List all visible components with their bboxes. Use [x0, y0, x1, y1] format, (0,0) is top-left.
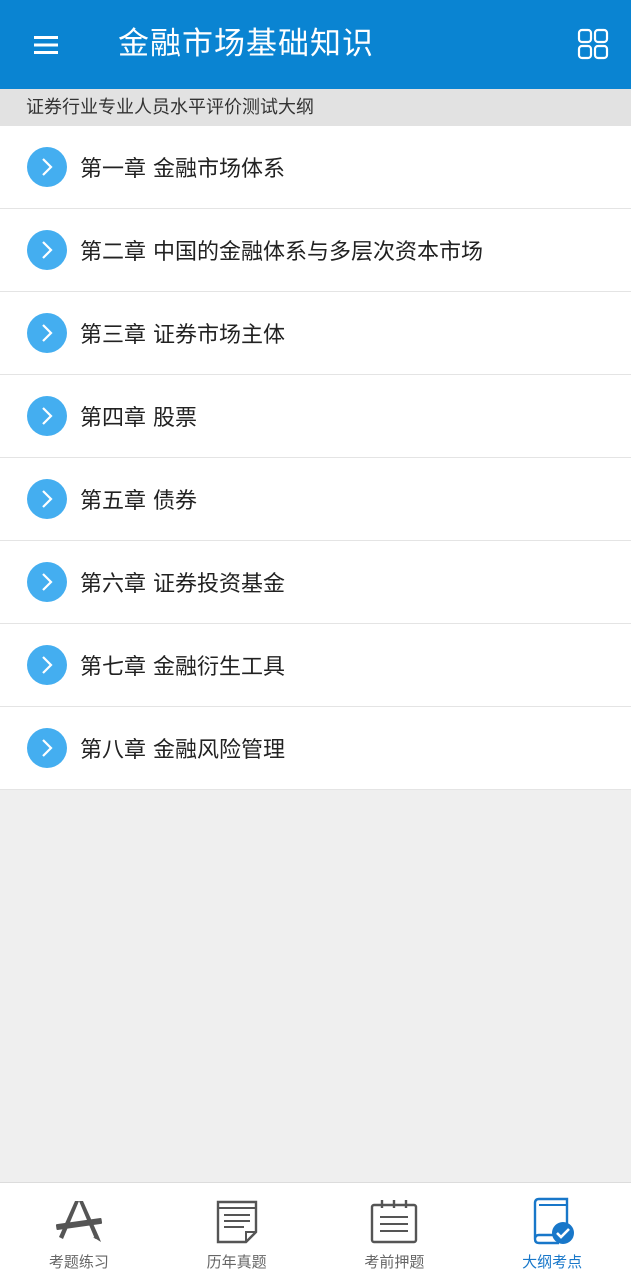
grid-menu-button[interactable]: [573, 24, 613, 64]
notepad-icon: [371, 1200, 418, 1244]
chevron-right-icon: [27, 230, 67, 270]
tab-label: 历年真题: [206, 1253, 267, 1271]
chevron-right-icon: [27, 313, 67, 353]
grid-icon: [577, 28, 609, 60]
document-icon: [216, 1200, 257, 1244]
chapter-item-6[interactable]: 第六章 证券投资基金: [0, 541, 631, 624]
chapter-label: 第二章 中国的金融体系与多层次资本市场: [80, 240, 483, 265]
chapter-list: 第一章 金融市场体系 第二章 中国的金融体系与多层次资本市场 第三章 证券市场主…: [0, 126, 631, 790]
chapter-label: 第五章 债券: [80, 489, 197, 514]
chapter-label: 第七章 金融衍生工具: [80, 655, 285, 680]
chevron-right-icon: [27, 147, 67, 187]
book-check-icon: [533, 1197, 575, 1245]
bottom-tab-bar: 考题练习 历年真题 考前押题 大纲考点: [0, 1182, 631, 1280]
tab-outline[interactable]: 大纲考点: [473, 1183, 631, 1280]
tab-past-papers[interactable]: 历年真题: [158, 1183, 316, 1280]
tab-practice[interactable]: 考题练习: [0, 1183, 158, 1280]
section-subtitle: 证券行业专业人员水平评价测试大纲: [0, 89, 631, 126]
chapter-label: 第四章 股票: [80, 406, 197, 431]
chevron-right-icon: [27, 479, 67, 519]
chevron-right-icon: [27, 562, 67, 602]
chapter-item-7[interactable]: 第七章 金融衍生工具: [0, 624, 631, 707]
chapter-label: 第一章 金融市场体系: [80, 157, 285, 182]
page-title: 金融市场基础知识: [118, 26, 374, 62]
tab-predictions[interactable]: 考前押题: [316, 1183, 474, 1280]
pencil-ruler-icon: [55, 1201, 102, 1242]
chapter-item-3[interactable]: 第三章 证券市场主体: [0, 292, 631, 375]
chapter-item-8[interactable]: 第八章 金融风险管理: [0, 707, 631, 790]
tab-label: 大纲考点: [522, 1253, 583, 1271]
tab-label: 考题练习: [48, 1253, 109, 1271]
menu-button[interactable]: [22, 24, 70, 66]
chapter-item-5[interactable]: 第五章 债券: [0, 458, 631, 541]
chapter-label: 第三章 证券市场主体: [80, 323, 285, 348]
chevron-right-icon: [27, 645, 67, 685]
chevron-right-icon: [27, 728, 67, 768]
chevron-right-icon: [27, 396, 67, 436]
chapter-item-1[interactable]: 第一章 金融市场体系: [0, 126, 631, 209]
hamburger-icon: [34, 36, 58, 54]
tab-label: 考前押题: [364, 1253, 425, 1271]
chapter-label: 第八章 金融风险管理: [80, 738, 285, 763]
chapter-item-4[interactable]: 第四章 股票: [0, 375, 631, 458]
chapter-item-2[interactable]: 第二章 中国的金融体系与多层次资本市场: [0, 209, 631, 292]
chapter-label: 第六章 证券投资基金: [80, 572, 285, 597]
app-header: 金融市场基础知识: [0, 0, 631, 89]
